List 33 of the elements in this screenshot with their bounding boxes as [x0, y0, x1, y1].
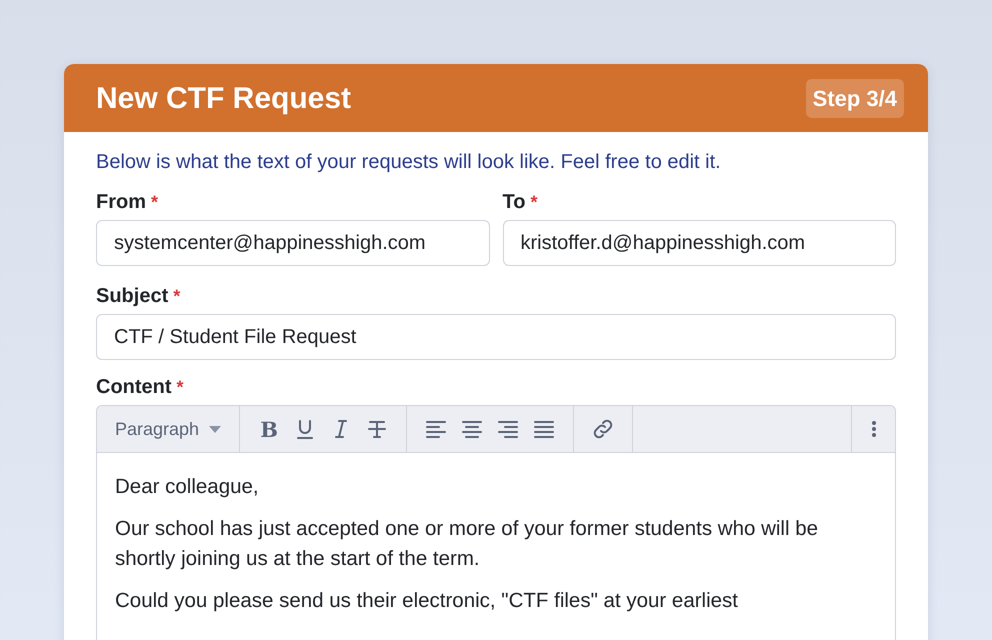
intro-text: Below is what the text of your requests will look like. Feel free to edit it. [96, 150, 722, 174]
paragraph-text: Could you please send us their electronic, "CTF files" at your earliest [115, 588, 740, 614]
justify-button[interactable] [533, 418, 556, 440]
block-format-dropdown[interactable]: Paragraph [97, 406, 240, 452]
paragraph-text: Our school has just accepted one or more of your former students who will be shortly joining us at the start of the term. [115, 516, 820, 572]
field-label: Content [96, 375, 172, 399]
text-field[interactable]: systemcenter@happinesshigh.com [96, 220, 490, 266]
align-center-button[interactable] [461, 418, 484, 440]
link-icon [592, 418, 614, 440]
text-field[interactable]: kristoffer.d@happinesshigh.com [502, 220, 896, 266]
more-vertical-icon [870, 420, 876, 438]
align-right-icon [497, 418, 520, 440]
required-mark: * [176, 376, 184, 399]
align-left-button[interactable] [425, 418, 448, 440]
required-mark: * [530, 191, 538, 214]
align-left-icon [425, 418, 448, 440]
step-badge: Step 3/4 [806, 78, 904, 118]
field-label: From [96, 190, 146, 214]
caret-icon [209, 426, 222, 432]
text-field[interactable]: CTF / Student File Request [96, 314, 896, 360]
required-mark: * [151, 191, 158, 214]
paragraph-text: Dear colleague, [115, 474, 260, 500]
dialog-title: New CTF Request [96, 80, 352, 116]
bold-button[interactable]: B [258, 418, 280, 440]
strikethrough-icon [366, 418, 388, 440]
link-button[interactable] [592, 418, 614, 440]
align-right-button[interactable] [497, 418, 520, 440]
justify-icon [533, 418, 556, 440]
field-label: To [502, 190, 526, 214]
field-label: Subject [96, 284, 168, 308]
required-mark: * [173, 285, 180, 308]
align-center-icon [461, 418, 484, 440]
strikethrough-button[interactable] [366, 418, 388, 440]
